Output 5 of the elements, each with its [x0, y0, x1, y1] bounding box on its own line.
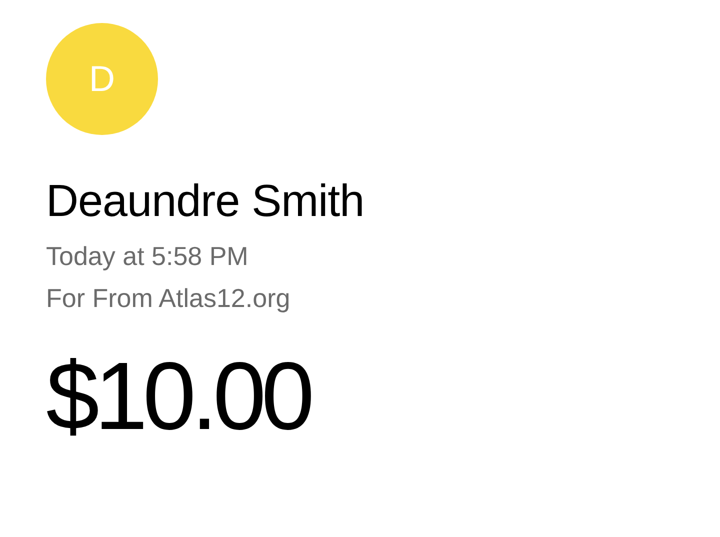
amount: $10.00: [46, 345, 310, 449]
sender-name: Deaundre Smith: [46, 175, 364, 227]
timestamp: Today at 5:58 PM: [46, 240, 248, 273]
payment-note: For From Atlas12.org: [46, 282, 290, 315]
avatar: D: [46, 23, 158, 135]
